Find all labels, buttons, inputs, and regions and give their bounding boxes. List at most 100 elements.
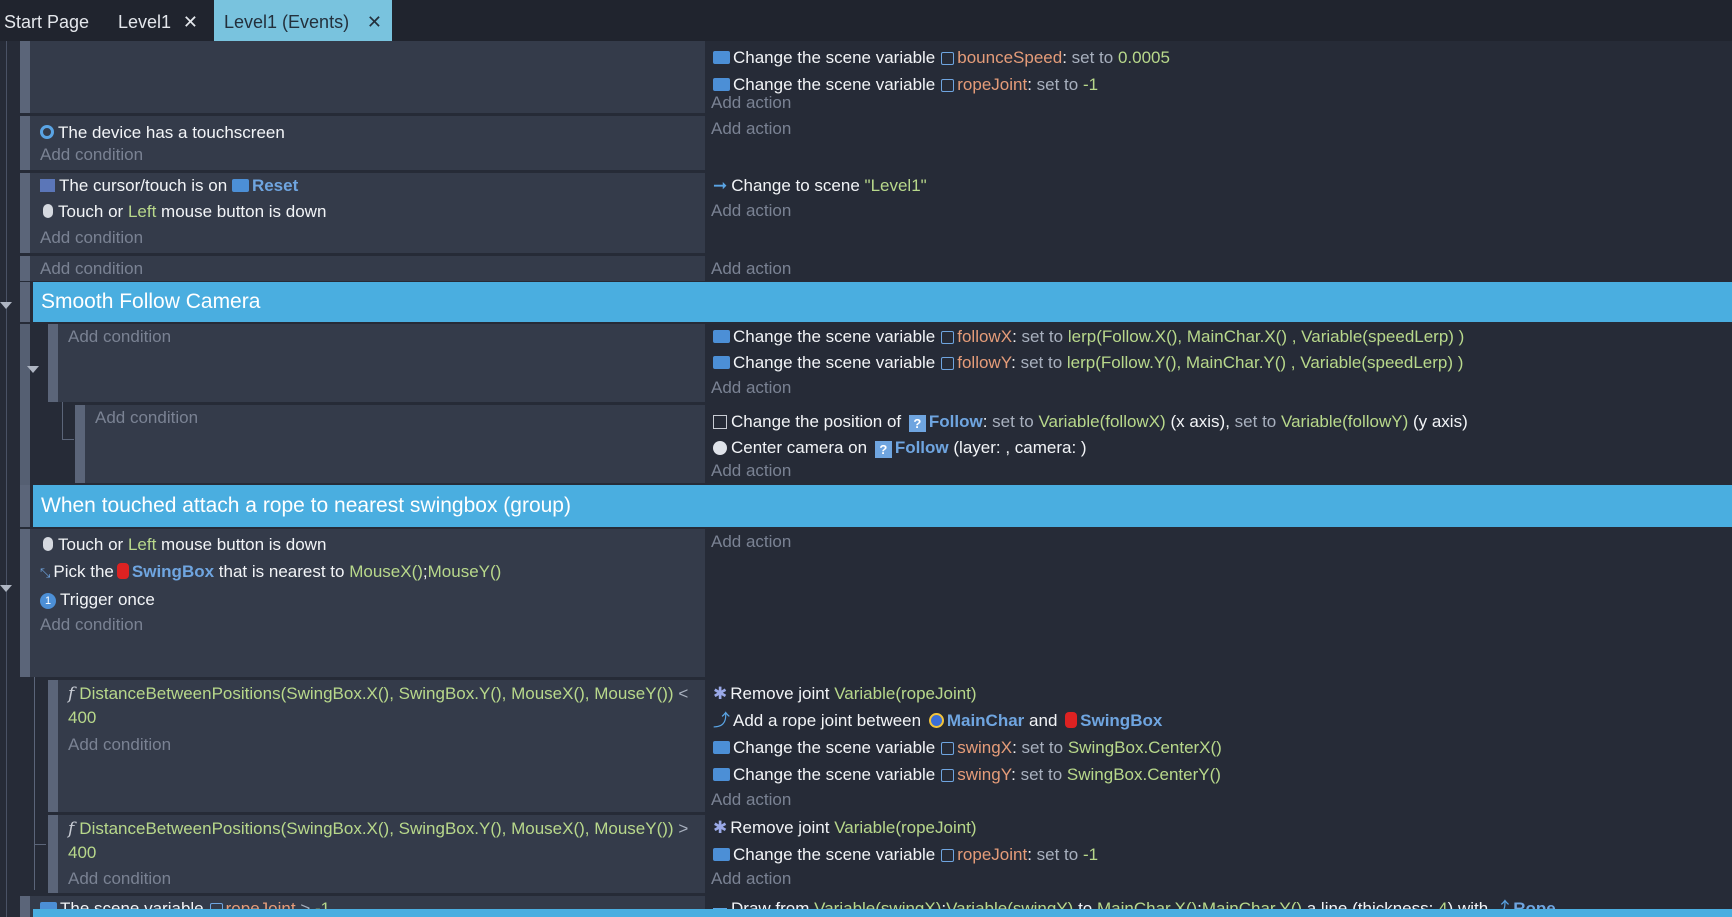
action-row[interactable]: Change the scene variable swingX: set to … [713, 735, 1222, 761]
event-handle[interactable] [20, 173, 30, 253]
tab-level1[interactable]: Level1 ✕ [108, 0, 208, 41]
group-handle[interactable] [20, 485, 30, 527]
conditions-panel[interactable]: Touch or Left mouse button is down ⤡ Pick… [30, 529, 705, 677]
action-row[interactable]: ✱ Remove joint Variable(ropeJoint) [713, 681, 977, 707]
events-sheet[interactable]: Change the scene variable bounceSpeed: se… [0, 41, 1732, 917]
actions-panel[interactable]: Add action [705, 116, 1732, 170]
event-handle[interactable] [75, 405, 85, 483]
conditions-panel[interactable]: Add condition [85, 405, 705, 483]
event-handle[interactable] [20, 116, 30, 170]
add-action-link[interactable]: Add action [711, 198, 791, 224]
group-handle[interactable] [20, 282, 30, 322]
scene-variable-icon [941, 52, 955, 65]
conditions-panel[interactable]: The cursor/touch is on Reset Touch or Le… [30, 173, 705, 253]
variable-icon [713, 356, 730, 369]
action-row[interactable]: Change the scene variable followX: set to… [713, 324, 1464, 350]
action-row[interactable]: ➞ Change to scene "Level1" [713, 173, 927, 199]
action-row[interactable]: ⤴ Add a rope joint between MainChar and S… [713, 708, 1162, 734]
add-condition-link[interactable]: Add condition [40, 256, 143, 282]
event-handle[interactable] [20, 896, 30, 917]
conditions-panel[interactable]: Add condition [58, 324, 705, 402]
group-header[interactable]: When touched attach a rope to nearest sw… [33, 485, 1732, 527]
event-handle[interactable] [20, 256, 30, 281]
add-action-link[interactable]: Add action [711, 375, 791, 401]
scene-variable-icon [941, 742, 955, 755]
camera-icon [713, 441, 727, 455]
unknown-object-icon: ? [908, 415, 926, 432]
action-row[interactable]: ✱ Remove joint Variable(ropeJoint) [713, 815, 977, 841]
actions-panel[interactable]: Add action [705, 529, 1732, 677]
actions-panel[interactable]: Change the scene variable followX: set to… [705, 324, 1732, 402]
add-condition-link[interactable]: Add condition [68, 866, 171, 892]
mouse-icon [43, 537, 53, 551]
condition-row[interactable]: The cursor/touch is on Reset [40, 173, 298, 199]
event-handle[interactable] [20, 41, 30, 113]
scene-variable-icon [941, 769, 955, 782]
group-header[interactable] [33, 909, 1732, 917]
add-action-link[interactable]: Add action [711, 458, 791, 484]
add-condition-link[interactable]: Add condition [40, 142, 143, 168]
pick-nearest-icon: ⤡ [40, 565, 51, 580]
event-handle[interactable] [48, 324, 58, 402]
action-row[interactable]: Change the scene variable bounceSpeed: se… [713, 45, 1170, 71]
event-handle[interactable] [20, 529, 30, 677]
add-action-link[interactable]: Add action [711, 529, 791, 555]
variable-icon [713, 51, 730, 64]
add-action-link[interactable]: Add action [711, 90, 791, 116]
mainchar-icon [928, 713, 944, 728]
actions-panel[interactable]: ✱ Remove joint Variable(ropeJoint) ⤴ Add a… [705, 680, 1732, 812]
add-condition-link[interactable]: Add condition [40, 225, 143, 251]
add-action-link[interactable]: Add action [711, 866, 791, 892]
conditions-panel[interactable]: The device has a touchscreen Add conditi… [30, 116, 705, 170]
condition-row[interactable]: Touch or Left mouse button is down [40, 532, 326, 558]
action-row[interactable]: Change the scene variable swingY: set to … [713, 762, 1221, 788]
scene-variable-icon [941, 331, 955, 344]
close-icon[interactable]: ✕ [367, 0, 382, 44]
conditions-panel[interactable]: f DistanceBetweenPositions(SwingBox.X(), … [58, 815, 705, 893]
actions-panel[interactable]: Change the position of ? Follow: set to V… [705, 405, 1732, 483]
event-handle[interactable] [48, 815, 58, 893]
condition-row[interactable]: f DistanceBetweenPositions(SwingBox.X(), … [68, 682, 698, 727]
collapse-toggle-icon[interactable] [0, 585, 12, 592]
add-condition-link[interactable]: Add condition [68, 732, 171, 758]
scene-variable-icon [941, 79, 955, 92]
swingbox-icon [116, 563, 129, 579]
variable-icon [713, 848, 730, 861]
actions-panel[interactable]: Change the scene variable bounceSpeed: se… [705, 41, 1732, 113]
add-condition-link[interactable]: Add condition [95, 405, 198, 431]
action-row[interactable]: Change the scene variable followY: set to… [713, 350, 1463, 376]
arrow-right-icon: ➞ [713, 176, 728, 195]
conditions-panel[interactable]: Add condition [30, 256, 705, 281]
condition-row[interactable]: f DistanceBetweenPositions(SwingBox.X(), … [68, 817, 698, 862]
scene-variable-icon [941, 849, 955, 862]
actions-panel[interactable]: ✱ Remove joint Variable(ropeJoint) Change… [705, 815, 1732, 893]
cursor-icon [40, 179, 55, 192]
conditions-panel[interactable] [30, 41, 705, 113]
add-action-link[interactable]: Add action [711, 787, 791, 813]
collapse-toggle-icon[interactable] [0, 302, 12, 309]
action-row[interactable]: Change the position of ? Follow: set to V… [713, 409, 1468, 435]
add-action-link[interactable]: Add action [711, 256, 791, 282]
collapse-toggle-icon[interactable] [27, 366, 39, 373]
close-icon[interactable]: ✕ [183, 0, 198, 44]
tab-start-page[interactable]: Start Page [0, 0, 100, 41]
tab-level1-events[interactable]: Level1 (Events) ✕ [214, 0, 392, 41]
variable-icon [713, 768, 730, 781]
group-header[interactable]: Smooth Follow Camera [33, 282, 1732, 322]
conditions-panel[interactable]: f DistanceBetweenPositions(SwingBox.X(), … [58, 680, 705, 812]
condition-row[interactable]: 1 Trigger once [40, 587, 155, 613]
tree-line [6, 41, 7, 917]
condition-row[interactable]: ⤡ Pick the SwingBox that is nearest to Mou… [40, 559, 501, 585]
add-action-link[interactable]: Add action [711, 116, 791, 142]
add-condition-link[interactable]: Add condition [40, 612, 143, 638]
actions-panel[interactable]: ➞ Change to scene "Level1" Add action [705, 173, 1732, 253]
add-condition-link[interactable]: Add condition [68, 324, 171, 350]
tree-line [34, 844, 46, 845]
event-handle[interactable] [48, 680, 58, 812]
condition-row[interactable]: Touch or Left mouse button is down [40, 199, 326, 225]
tab-level1-label: Level1 [118, 12, 172, 32]
function-icon: f [68, 819, 75, 839]
tree-line [62, 439, 74, 440]
actions-panel[interactable]: Add action [705, 256, 1732, 281]
action-row[interactable]: Change the scene variable ropeJoint: set … [713, 842, 1098, 868]
